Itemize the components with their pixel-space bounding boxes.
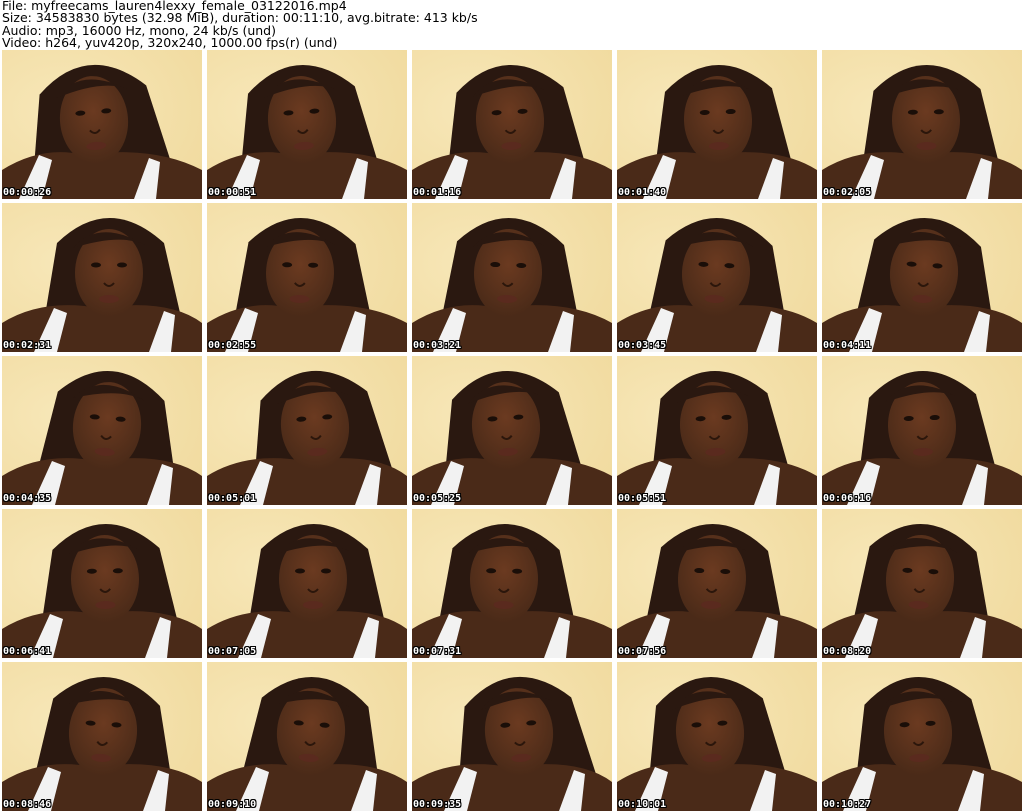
frame-image bbox=[207, 356, 407, 505]
timestamp-label: 00:08:20 bbox=[823, 646, 872, 657]
video-thumbnail: 00:05:01 bbox=[207, 356, 407, 505]
timestamp-label: 00:09:10 bbox=[208, 799, 257, 810]
timestamp-label: 00:00:26 bbox=[3, 187, 52, 198]
video-thumbnail: 00:05:51 bbox=[617, 356, 817, 505]
timestamp-label: 00:05:01 bbox=[208, 493, 257, 504]
frame-image bbox=[617, 50, 817, 199]
timestamp-label: 00:00:51 bbox=[208, 187, 257, 198]
timestamp-label: 00:02:31 bbox=[3, 340, 52, 351]
video-thumbnail: 00:09:10 bbox=[207, 662, 407, 811]
timestamp-label: 00:02:05 bbox=[823, 187, 872, 198]
frame-image bbox=[207, 662, 407, 811]
timestamp-label: 00:07:05 bbox=[208, 646, 257, 657]
frame-image bbox=[822, 509, 1022, 658]
video-thumbnail: 00:10:01 bbox=[617, 662, 817, 811]
timestamp-label: 00:01:16 bbox=[413, 187, 462, 198]
timestamp-label: 00:04:35 bbox=[3, 493, 52, 504]
timestamp-label: 00:07:31 bbox=[413, 646, 462, 657]
timestamp-label: 00:03:45 bbox=[618, 340, 667, 351]
frame-image bbox=[617, 509, 817, 658]
video-thumbnail: 00:02:05 bbox=[822, 50, 1022, 199]
timestamp-label: 00:09:35 bbox=[413, 799, 462, 810]
timestamp-label: 00:02:55 bbox=[208, 340, 257, 351]
frame-image bbox=[822, 50, 1022, 199]
video-thumbnail: 00:07:05 bbox=[207, 509, 407, 658]
video-thumbnail: 00:08:46 bbox=[2, 662, 202, 811]
video-thumbnail: 00:04:35 bbox=[2, 356, 202, 505]
video-thumbnail: 00:07:56 bbox=[617, 509, 817, 658]
timestamp-label: 00:07:56 bbox=[618, 646, 667, 657]
video-thumbnail: 00:09:35 bbox=[412, 662, 612, 811]
frame-image bbox=[412, 662, 612, 811]
video-thumbnail: 00:00:51 bbox=[207, 50, 407, 199]
frame-image bbox=[412, 356, 612, 505]
frame-image bbox=[207, 203, 407, 352]
video-info-line: Video: h264, yuv420p, 320x240, 1000.00 f… bbox=[2, 35, 338, 51]
frame-image bbox=[617, 356, 817, 505]
frame-image bbox=[2, 509, 202, 658]
video-thumbnail: 00:04:11 bbox=[822, 203, 1022, 352]
video-thumbnail: 00:02:55 bbox=[207, 203, 407, 352]
video-thumbnail: 00:01:16 bbox=[412, 50, 612, 199]
video-thumbnail: 00:06:16 bbox=[822, 356, 1022, 505]
frame-image bbox=[2, 356, 202, 505]
video-thumbnail: 00:02:31 bbox=[2, 203, 202, 352]
timestamp-label: 00:04:11 bbox=[823, 340, 872, 351]
timestamp-label: 00:08:46 bbox=[3, 799, 52, 810]
frame-image bbox=[207, 509, 407, 658]
video-thumbnail: 00:05:25 bbox=[412, 356, 612, 505]
frame-image bbox=[822, 662, 1022, 811]
frame-image bbox=[822, 356, 1022, 505]
video-thumbnail: 00:03:21 bbox=[412, 203, 612, 352]
frame-image bbox=[412, 509, 612, 658]
timestamp-label: 00:06:41 bbox=[3, 646, 52, 657]
timestamp-label: 00:03:21 bbox=[413, 340, 462, 351]
video-thumbnail: 00:00:26 bbox=[2, 50, 202, 199]
file-info-header: File: myfreecams_lauren4lexxy_female_031… bbox=[2, 0, 1022, 50]
video-thumbnail: 00:08:20 bbox=[822, 509, 1022, 658]
frame-image bbox=[2, 203, 202, 352]
video-thumbnail: 00:06:41 bbox=[2, 509, 202, 658]
frame-image bbox=[617, 203, 817, 352]
frame-image bbox=[822, 203, 1022, 352]
frame-image bbox=[412, 203, 612, 352]
timestamp-label: 00:01:40 bbox=[618, 187, 667, 198]
frame-image bbox=[617, 662, 817, 811]
timestamp-label: 00:10:01 bbox=[618, 799, 667, 810]
video-thumbnail: 00:07:31 bbox=[412, 509, 612, 658]
timestamp-label: 00:05:25 bbox=[413, 493, 462, 504]
frame-image bbox=[2, 50, 202, 199]
frame-image bbox=[207, 50, 407, 199]
timestamp-label: 00:06:16 bbox=[823, 493, 872, 504]
timestamp-label: 00:10:27 bbox=[823, 799, 872, 810]
frame-image bbox=[2, 662, 202, 811]
video-thumbnail: 00:03:45 bbox=[617, 203, 817, 352]
thumbnail-grid: 00:00:26 00:00:51 00:01:16 00:01:40 00:02:05… bbox=[2, 50, 1022, 811]
video-thumbnail: 00:01:40 bbox=[617, 50, 817, 199]
video-thumbnail: 00:10:27 bbox=[822, 662, 1022, 811]
timestamp-label: 00:05:51 bbox=[618, 493, 667, 504]
frame-image bbox=[412, 50, 612, 199]
